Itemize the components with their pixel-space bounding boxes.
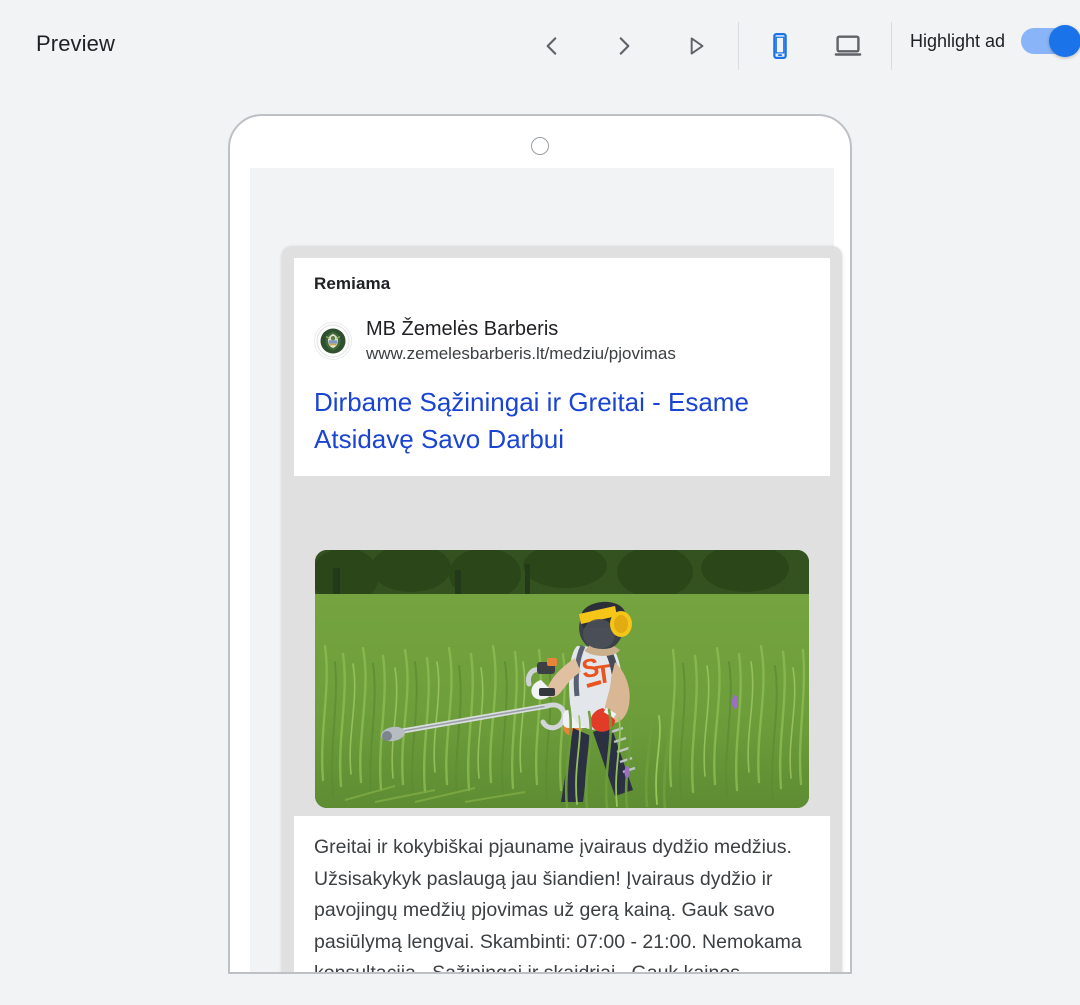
navigation-controls [528,22,720,70]
previous-ad-button[interactable] [528,22,576,70]
ad-description: Greitai ir kokybiškai pjauname įvairaus … [314,832,810,974]
mobile-device-button[interactable] [756,22,804,70]
mobile-phone-icon [765,31,795,61]
desktop-device-button[interactable] [824,22,872,70]
highlight-ad-control: Highlight ad [910,28,1079,54]
device-screen: Remiama [250,168,834,972]
ad-description-section: Greitai ir kokybiškai pjauname įvairaus … [294,816,830,974]
advertiser-row: MB Žemelės Barberis www.zemelesbarberis.… [314,316,810,366]
chevron-left-icon [539,33,565,59]
advertiser-info: MB Žemelės Barberis www.zemelesbarberis.… [366,316,676,366]
advertiser-name: MB Žemelės Barberis [366,316,676,342]
highlight-ad-label: Highlight ad [910,31,1005,52]
ad-preview-card: Remiama [282,246,842,974]
preview-toolbar: Preview [0,0,1080,92]
laptop-icon [832,30,864,62]
toolbar-divider-right [891,22,892,70]
ad-image-illustration: S T [315,550,809,808]
ad-image-section: S T [282,534,842,824]
toggle-knob [1049,25,1080,57]
display-url: www.zemelesbarberis.lt/medziu/pjovimas [366,343,676,366]
page-title: Preview [36,31,115,57]
play-triangle-icon [683,33,709,59]
advertiser-avatar [314,322,352,360]
play-preview-button[interactable] [672,22,720,70]
mobile-device-frame: Remiama [228,114,852,974]
ad-image[interactable]: S T [315,550,809,808]
sponsored-label: Remiama [314,274,810,294]
highlight-ad-toggle[interactable] [1021,28,1079,54]
next-ad-button[interactable] [600,22,648,70]
device-toggle-group [756,22,872,70]
chevron-right-icon [611,33,637,59]
advertiser-logo-icon [316,324,350,358]
ad-headline[interactable]: Dirbame Sąžiningai ir Greitai - Esame At… [314,384,810,458]
toolbar-divider-left [738,22,739,70]
device-camera-icon [531,137,549,155]
ad-header-section: Remiama [294,258,830,476]
